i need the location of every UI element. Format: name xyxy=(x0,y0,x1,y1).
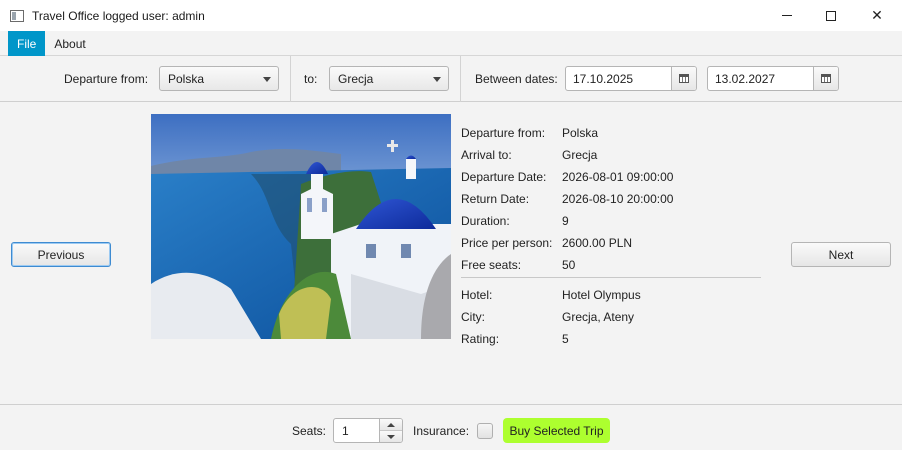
seats-input[interactable]: 1 xyxy=(334,419,379,442)
detail-label: Departure from: xyxy=(461,126,546,140)
date-from-picker[interactable]: 17.10.2025 xyxy=(565,66,697,91)
detail-label: City: xyxy=(461,310,485,324)
seats-stepper-buttons xyxy=(379,419,402,442)
window-title: Travel Office logged user: admin xyxy=(32,8,205,23)
filter-toolbar: Departure from: Polska to: Grecja Betwee… xyxy=(0,56,902,102)
date-from-input[interactable]: 17.10.2025 xyxy=(566,67,671,90)
toolbar-divider xyxy=(460,56,461,102)
between-dates-label: Between dates: xyxy=(475,72,558,86)
minimize-icon xyxy=(782,15,792,16)
detail-value-hotel: Hotel Olympus xyxy=(562,288,641,302)
detail-value-arrival: Grecja xyxy=(562,148,598,162)
departure-from-label: Departure from: xyxy=(64,72,149,86)
minimize-button[interactable] xyxy=(764,0,810,31)
title-bar: Travel Office logged user: admin ✕ xyxy=(0,0,902,31)
close-button[interactable]: ✕ xyxy=(854,0,900,31)
seats-stepper[interactable]: 1 xyxy=(333,418,403,443)
seats-label: Seats: xyxy=(292,424,327,438)
arrival-country-value: Grecja xyxy=(338,71,374,86)
date-from-calendar-button[interactable] xyxy=(671,67,696,90)
menu-file[interactable]: File xyxy=(8,31,46,56)
chevron-down-icon xyxy=(263,77,271,82)
date-to-picker[interactable]: 13.02.2027 xyxy=(707,66,839,91)
seats-decrement-button[interactable] xyxy=(380,430,402,442)
close-icon: ✕ xyxy=(871,7,883,23)
detail-value-rating: 5 xyxy=(562,332,569,346)
chevron-down-icon xyxy=(387,434,395,439)
insurance-checkbox[interactable] xyxy=(477,423,493,439)
detail-label: Free seats: xyxy=(461,258,522,272)
detail-value-city: Grecja, Ateny xyxy=(562,310,635,324)
detail-value-departure: Polska xyxy=(562,126,599,140)
date-to-input[interactable]: 13.02.2027 xyxy=(708,67,813,90)
detail-label: Price per person: xyxy=(461,236,553,250)
detail-value-departure-date: 2026-08-01 09:00:00 xyxy=(562,170,674,184)
detail-label: Hotel: xyxy=(461,288,493,302)
next-button[interactable]: Next xyxy=(791,242,891,267)
calendar-icon xyxy=(821,74,831,83)
calendar-icon xyxy=(679,74,689,83)
detail-label: Return Date: xyxy=(461,192,530,206)
seats-increment-button[interactable] xyxy=(380,419,402,430)
chevron-down-icon xyxy=(433,77,441,82)
detail-label: Arrival to: xyxy=(461,148,512,162)
previous-button[interactable]: Previous xyxy=(11,242,111,267)
maximize-button[interactable] xyxy=(808,0,854,31)
details-divider xyxy=(461,277,761,278)
date-to-calendar-button[interactable] xyxy=(813,67,838,90)
santorini-church-photo xyxy=(151,114,451,339)
purchase-bar: Seats: 1 Insurance: Buy Selected Trip xyxy=(0,404,902,450)
menu-about[interactable]: About xyxy=(45,31,94,56)
arrival-country-select[interactable]: Grecja xyxy=(329,66,449,91)
detail-label: Duration: xyxy=(461,214,510,228)
menu-bar: File About xyxy=(0,31,902,56)
detail-label: Rating: xyxy=(461,332,500,346)
toolbar-divider xyxy=(290,56,291,102)
app-window-icon xyxy=(10,9,24,22)
detail-label: Departure Date: xyxy=(461,170,547,184)
departure-country-value: Polska xyxy=(168,71,205,86)
detail-value-price: 2600.00 PLN xyxy=(562,236,633,250)
detail-value-duration: 9 xyxy=(562,214,569,228)
detail-value-return-date: 2026-08-10 20:00:00 xyxy=(562,192,674,206)
to-label: to: xyxy=(304,72,318,86)
maximize-icon xyxy=(826,10,836,21)
chevron-up-icon xyxy=(387,422,395,427)
detail-value-free-seats: 50 xyxy=(562,258,576,272)
buy-selected-trip-button[interactable]: Buy Selected Trip xyxy=(503,418,610,443)
departure-country-select[interactable]: Polska xyxy=(159,66,279,91)
insurance-label: Insurance: xyxy=(413,424,470,438)
